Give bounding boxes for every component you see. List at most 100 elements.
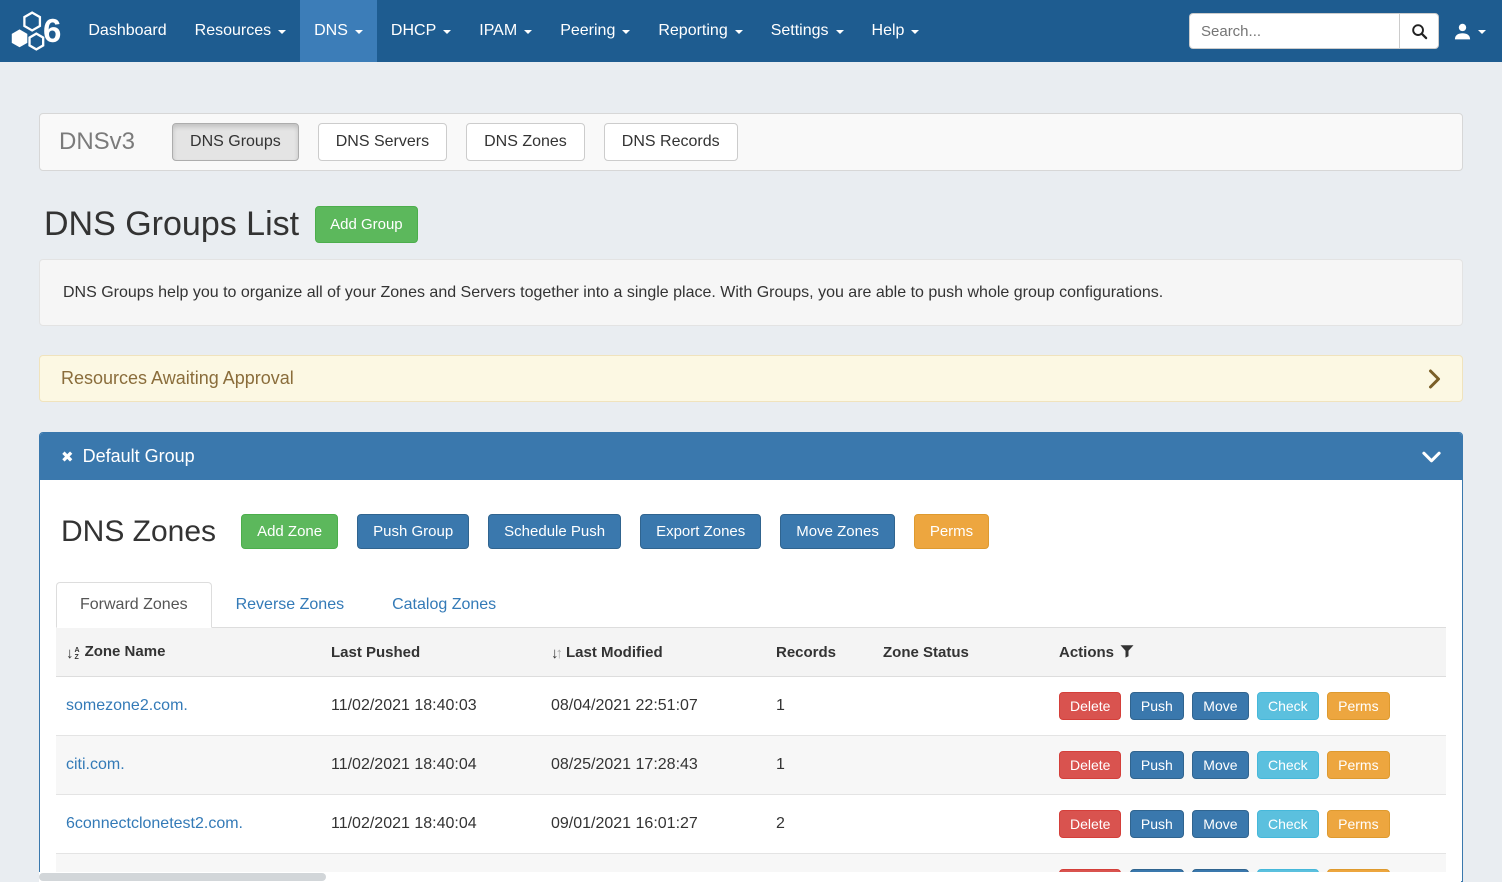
caret-down-icon — [911, 30, 919, 34]
add-group-button[interactable]: Add Group — [315, 206, 418, 243]
perms-row-button[interactable]: Perms — [1327, 692, 1389, 720]
nav-item-dhcp[interactable]: DHCP — [377, 0, 465, 62]
filter-icon — [1120, 644, 1134, 658]
zones-tabs: Forward Zones Reverse Zones Catalog Zone… — [56, 582, 1446, 628]
chevron-right-icon — [1428, 369, 1441, 389]
search-input[interactable] — [1189, 13, 1399, 49]
horizontal-scrollbar[interactable] — [39, 872, 1461, 882]
caret-down-icon — [355, 30, 363, 34]
top-navbar: 6 Dashboard Resources DNS DHCP IPAM Peer… — [0, 0, 1502, 62]
push-button[interactable]: Push — [1130, 810, 1184, 838]
zones-table: ↓AZZone Name Last Pushed ↓↑Last Modified… — [56, 628, 1446, 882]
move-button[interactable]: Move — [1192, 692, 1248, 720]
user-icon — [1453, 22, 1472, 41]
search-button[interactable] — [1399, 13, 1439, 49]
nav-item-dns[interactable]: DNS — [300, 0, 377, 62]
brand-text: 6 — [43, 12, 60, 50]
group-panel-header[interactable]: ✖ Default Group — [40, 433, 1462, 480]
table-row: 6connectclonetest2.com. 11/02/2021 18:40… — [56, 795, 1446, 854]
description-text: DNS Groups help you to organize all of y… — [63, 284, 1163, 302]
caret-down-icon — [443, 30, 451, 34]
description-panel: DNS Groups help you to organize all of y… — [39, 259, 1463, 326]
move-button[interactable]: Move — [1192, 810, 1248, 838]
tab-reverse-zones[interactable]: Reverse Zones — [212, 582, 369, 628]
user-menu[interactable] — [1439, 22, 1492, 41]
records-cell: 1 — [766, 736, 873, 795]
default-group-panel: ✖ Default Group DNS Zones Add Zone Push … — [39, 432, 1463, 882]
sort-alpha-icon: ↓AZ — [66, 647, 80, 661]
export-zones-button[interactable]: Export Zones — [640, 514, 761, 549]
zone-name-link[interactable]: 6connectclonetest2.com. — [66, 815, 243, 832]
last-modified-cell: 08/04/2021 22:51:07 — [541, 677, 766, 736]
caret-down-icon — [836, 30, 844, 34]
perms-row-button[interactable]: Perms — [1327, 810, 1389, 838]
last-pushed-cell: 11/02/2021 18:40:03 — [321, 677, 541, 736]
dns-zones-button[interactable]: DNS Zones — [466, 123, 585, 161]
caret-down-icon — [622, 30, 630, 34]
navbar-search — [1189, 13, 1439, 49]
close-icon[interactable]: ✖ — [61, 448, 74, 466]
dnsv3-subnav: DNSv3 DNS Groups DNS Servers DNS Zones D… — [39, 113, 1463, 171]
push-button[interactable]: Push — [1130, 692, 1184, 720]
sort-updown-icon: ↓↑ — [551, 647, 563, 661]
check-button[interactable]: Check — [1257, 810, 1319, 838]
chevron-down-icon — [1422, 451, 1441, 463]
move-button[interactable]: Move — [1192, 751, 1248, 779]
nav-item-resources[interactable]: Resources — [181, 0, 300, 62]
add-zone-button[interactable]: Add Zone — [241, 514, 338, 549]
dns-groups-button[interactable]: DNS Groups — [172, 123, 299, 161]
page-title: DNS Groups List — [44, 205, 299, 244]
move-zones-button[interactable]: Move Zones — [780, 514, 895, 549]
delete-button[interactable]: Delete — [1059, 692, 1121, 720]
last-modified-cell: 08/25/2021 17:28:43 — [541, 736, 766, 795]
nav-item-settings[interactable]: Settings — [757, 0, 858, 62]
push-button[interactable]: Push — [1130, 751, 1184, 779]
tab-forward-zones[interactable]: Forward Zones — [56, 582, 212, 628]
zone-name-link[interactable]: somezone2.com. — [66, 697, 188, 714]
perms-row-button[interactable]: Perms — [1327, 751, 1389, 779]
zone-status-cell — [873, 677, 1049, 736]
dns-records-button[interactable]: DNS Records — [604, 123, 738, 161]
nav-item-ipam[interactable]: IPAM — [465, 0, 546, 62]
column-header-zone-name[interactable]: ↓AZZone Name — [56, 628, 321, 677]
column-header-last-modified[interactable]: ↓↑Last Modified — [541, 628, 766, 677]
caret-down-icon — [524, 30, 532, 34]
approval-banner-label: Resources Awaiting Approval — [61, 368, 294, 389]
caret-down-icon — [735, 30, 743, 34]
column-header-last-pushed[interactable]: Last Pushed — [321, 628, 541, 677]
table-row: citi.com. 11/02/2021 18:40:04 08/25/2021… — [56, 736, 1446, 795]
column-header-zone-status[interactable]: Zone Status — [873, 628, 1049, 677]
dns-servers-button[interactable]: DNS Servers — [318, 123, 447, 161]
last-pushed-cell: 11/02/2021 18:40:04 — [321, 736, 541, 795]
resources-awaiting-approval-banner[interactable]: Resources Awaiting Approval — [39, 355, 1463, 402]
nav-item-help[interactable]: Help — [858, 0, 934, 62]
delete-button[interactable]: Delete — [1059, 751, 1121, 779]
scrollbar-thumb[interactable] — [39, 873, 326, 881]
perms-button[interactable]: Perms — [914, 514, 989, 549]
delete-button[interactable]: Delete — [1059, 810, 1121, 838]
push-group-button[interactable]: Push Group — [357, 514, 469, 549]
zone-status-cell — [873, 736, 1049, 795]
group-title: Default Group — [83, 446, 195, 467]
last-pushed-cell: 11/02/2021 18:40:04 — [321, 795, 541, 854]
column-header-records[interactable]: Records — [766, 628, 873, 677]
check-button[interactable]: Check — [1257, 692, 1319, 720]
caret-down-icon — [1478, 30, 1486, 34]
records-cell: 2 — [766, 795, 873, 854]
records-cell: 1 — [766, 677, 873, 736]
brand-logo[interactable]: 6 — [0, 0, 74, 62]
nav-item-dashboard[interactable]: Dashboard — [74, 0, 180, 62]
last-modified-cell: 09/01/2021 16:01:27 — [541, 795, 766, 854]
check-button[interactable]: Check — [1257, 751, 1319, 779]
table-header-row: ↓AZZone Name Last Pushed ↓↑Last Modified… — [56, 628, 1446, 677]
schedule-push-button[interactable]: Schedule Push — [488, 514, 621, 549]
column-header-actions[interactable]: Actions — [1049, 628, 1446, 677]
zone-status-cell — [873, 795, 1049, 854]
nav-item-reporting[interactable]: Reporting — [644, 0, 756, 62]
nav-item-peering[interactable]: Peering — [546, 0, 644, 62]
dnsv3-label: DNSv3 — [59, 128, 135, 156]
search-icon — [1411, 23, 1428, 40]
tab-catalog-zones[interactable]: Catalog Zones — [368, 582, 520, 628]
dns-zones-heading: DNS Zones — [61, 515, 216, 549]
zone-name-link[interactable]: citi.com. — [66, 756, 125, 773]
